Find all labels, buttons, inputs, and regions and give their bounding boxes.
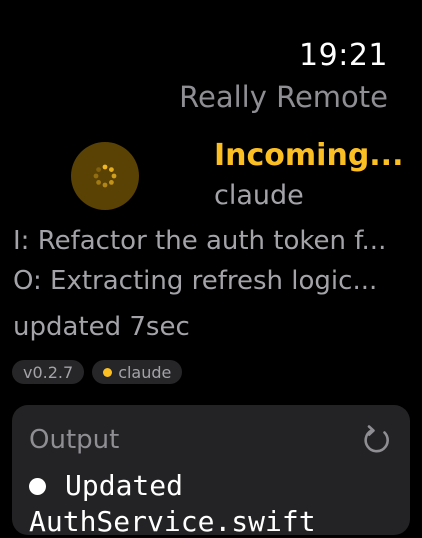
updated-timestamp: updated 7sec xyxy=(13,312,190,342)
output-line: Updated xyxy=(65,469,184,502)
refresh-icon[interactable] xyxy=(360,423,392,457)
clock-time: 19:21 xyxy=(299,38,388,73)
output-summary: O: Extracting refresh logic... xyxy=(13,266,378,296)
output-card[interactable]: Output Updated AuthService.swift xyxy=(12,405,410,538)
input-summary: I: Refactor the auth token f... xyxy=(13,226,387,256)
agent-tag-label: claude xyxy=(118,362,172,382)
app-title: Really Remote xyxy=(179,80,388,114)
session-avatar xyxy=(71,142,139,210)
version-tag: v0.2.7 xyxy=(12,360,85,384)
output-line: AuthService.swift xyxy=(29,505,316,538)
tag-row: v0.2.7 claude xyxy=(12,360,183,384)
session-status: Incoming... xyxy=(214,138,404,173)
session-name: claude xyxy=(214,180,304,211)
status-dot-icon xyxy=(103,367,113,377)
output-card-title: Output xyxy=(29,425,120,455)
bullet-icon xyxy=(29,478,46,495)
version-tag-label: v0.2.7 xyxy=(23,362,74,382)
spinner-icon xyxy=(93,164,117,188)
agent-tag: claude xyxy=(92,360,183,384)
